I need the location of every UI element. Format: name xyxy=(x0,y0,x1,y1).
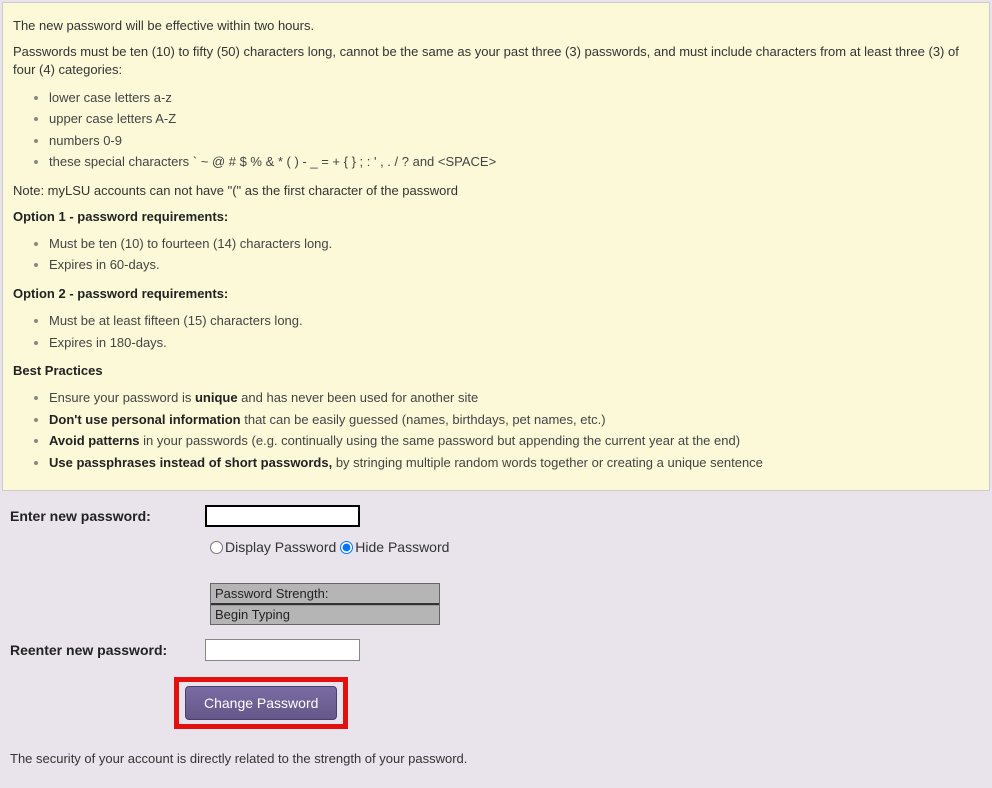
password-strength-title: Password Strength: xyxy=(211,584,439,605)
password-form: Enter new password: Display Password Hid… xyxy=(0,491,992,788)
change-password-highlight: Change Password xyxy=(174,677,348,729)
option2-list: Must be at least fifteen (15) characters… xyxy=(13,311,979,352)
visibility-radio-group: Display Password Hide Password xyxy=(210,539,982,555)
option2-item: Must be at least fifteen (15) characters… xyxy=(49,311,979,331)
password-strength-box: Password Strength: Begin Typing xyxy=(210,583,440,625)
mylsu-note: Note: myLSU accounts can not have "(" as… xyxy=(13,182,979,200)
best-practice-item: Ensure your password is unique and has n… xyxy=(49,388,979,408)
effective-note: The new password will be effective withi… xyxy=(13,17,979,35)
reenter-password-label: Reenter new password: xyxy=(10,642,205,658)
hide-password-label: Hide Password xyxy=(355,539,449,555)
reenter-password-input[interactable] xyxy=(205,639,360,661)
enter-password-row: Enter new password: xyxy=(10,505,982,527)
best-practice-item: Use passphrases instead of short passwor… xyxy=(49,453,979,473)
password-info-box: The new password will be effective withi… xyxy=(2,2,990,491)
category-item: upper case letters A-Z xyxy=(49,109,979,129)
change-password-button[interactable]: Change Password xyxy=(185,686,337,720)
option2-heading: Option 2 - password requirements: xyxy=(13,285,979,303)
best-practice-item: Don't use personal information that can … xyxy=(49,410,979,430)
option2-item: Expires in 180-days. xyxy=(49,333,979,353)
enter-password-label: Enter new password: xyxy=(10,508,205,524)
category-item: numbers 0-9 xyxy=(49,131,979,151)
best-practices-heading: Best Practices xyxy=(13,362,979,380)
option1-heading: Option 1 - password requirements: xyxy=(13,208,979,226)
hide-password-radio[interactable] xyxy=(340,541,353,554)
security-footer-note: The security of your account is directly… xyxy=(10,751,982,766)
password-strength-status: Begin Typing xyxy=(211,605,439,624)
category-item: these special characters ` ~ @ # $ % & *… xyxy=(49,152,979,172)
option1-item: Must be ten (10) to fourteen (14) charac… xyxy=(49,234,979,254)
best-practice-item: Avoid patterns in your passwords (e.g. c… xyxy=(49,431,979,451)
display-password-radio[interactable] xyxy=(210,541,223,554)
category-list: lower case letters a-z upper case letter… xyxy=(13,88,979,172)
display-password-label: Display Password xyxy=(225,539,336,555)
reenter-password-row: Reenter new password: xyxy=(10,639,982,661)
option1-item: Expires in 60-days. xyxy=(49,255,979,275)
best-practices-list: Ensure your password is unique and has n… xyxy=(13,388,979,472)
rules-intro: Passwords must be ten (10) to fifty (50)… xyxy=(13,43,979,79)
option1-list: Must be ten (10) to fourteen (14) charac… xyxy=(13,234,979,275)
enter-password-input[interactable] xyxy=(205,505,360,527)
category-item: lower case letters a-z xyxy=(49,88,979,108)
